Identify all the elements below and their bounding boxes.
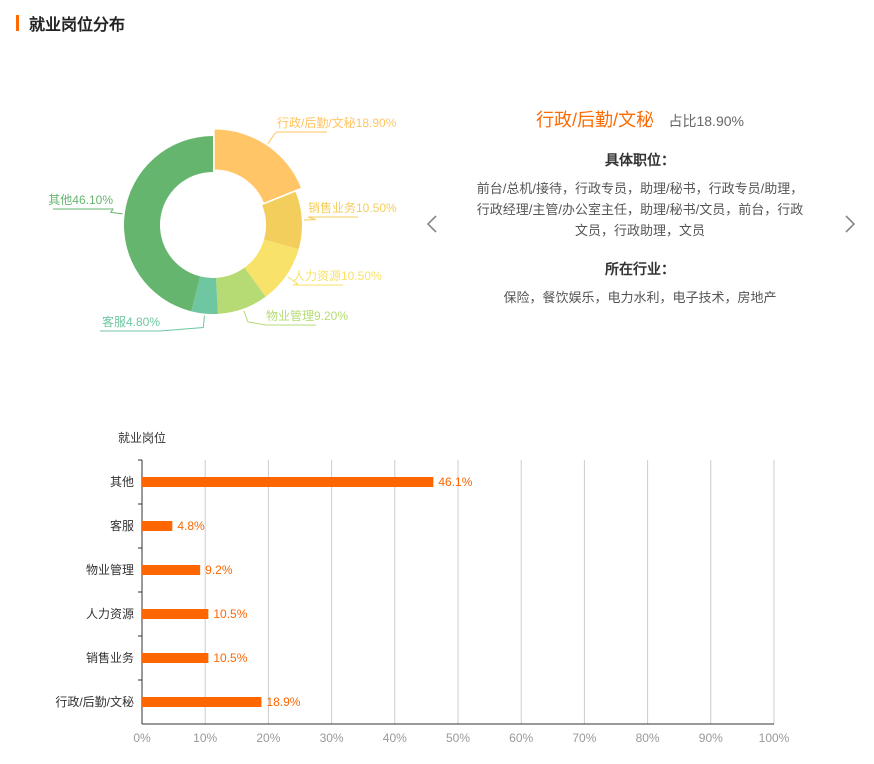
bar[interactable]	[142, 609, 209, 619]
donut-leader-line	[267, 131, 327, 145]
bar[interactable]	[142, 653, 209, 663]
donut-leader-line	[303, 216, 358, 221]
x-tick-label: 40%	[383, 731, 407, 745]
donut-chart: 行政/后勤/文秘18.90% 销售业务10.50% 人力资源10.50% 物业管理9.…	[48, 115, 397, 332]
donut-label: 行政/后勤/文秘18.90%	[277, 115, 397, 130]
bar-value-label: 10.5%	[213, 651, 247, 665]
donut-leader-line	[53, 208, 123, 215]
bar[interactable]	[142, 477, 434, 487]
detail-header: 行政/后勤/文秘 占比18.90%	[450, 106, 830, 132]
x-tick-label: 20%	[256, 731, 280, 745]
detail-share: 占比18.90%	[668, 113, 744, 129]
donut-slice[interactable]	[214, 129, 301, 203]
y-tick-label: 销售业务	[86, 650, 134, 665]
x-tick-label: 10%	[193, 731, 217, 745]
donut-label: 客服4.80%	[102, 314, 160, 329]
x-tick-label: 0%	[133, 731, 151, 745]
bar-chart: 就业岗位 0% 10% 20% 30% 40% 50% 60% 70% 80% 90% 100% 其他 4…	[55, 430, 790, 745]
positions-line: 行政经理/主管/办公室主任，助理/秘书/文员，前台，行政	[476, 202, 804, 217]
positions-line: 前台/总机/接待，行政专员，助理/秘书，行政专员/助理，	[476, 181, 804, 196]
x-tick-label: 80%	[636, 731, 660, 745]
x-tick-label: 30%	[320, 731, 344, 745]
bar-value-label: 46.1%	[438, 475, 472, 489]
donut-label: 人力资源10.50%	[293, 269, 382, 283]
bar-value-label: 9.2%	[205, 563, 233, 577]
bar-value-label: 18.9%	[266, 695, 300, 709]
x-tick-label: 90%	[699, 731, 723, 745]
x-tick-label: 100%	[759, 731, 790, 745]
donut-label: 销售业务10.50%	[308, 200, 397, 215]
y-tick-label: 物业管理	[86, 562, 134, 577]
bar[interactable]	[142, 521, 173, 531]
bar[interactable]	[142, 697, 262, 707]
x-tick-label: 70%	[572, 731, 596, 745]
donut-label: 其他46.10%	[48, 193, 113, 207]
industries-text: 保险，餐饮娱乐，电力水利，电子技术，房地产	[503, 290, 777, 305]
y-tick-label: 客服	[110, 518, 134, 533]
detail-category-name: 行政/后勤/文秘	[536, 110, 655, 130]
bar[interactable]	[142, 565, 201, 575]
detail-panel: 行政/后勤/文秘 占比18.90% 具体职位： 前台/总机/接待，行政专员，助理…	[450, 100, 830, 308]
y-tick-label: 行政/后勤/文秘	[55, 694, 134, 709]
x-tick-label: 60%	[509, 731, 533, 745]
x-tick-label: 50%	[446, 731, 470, 745]
bar-value-label: 4.8%	[177, 519, 205, 533]
positions-title: 具体职位：	[605, 152, 675, 168]
positions-line: 文员，行政助理，文员	[574, 223, 705, 238]
y-tick-label: 人力资源	[86, 607, 134, 621]
y-tick-label: 其他	[110, 475, 134, 489]
donut-label: 物业管理9.20%	[266, 308, 348, 323]
positions-text: 前台/总机/接待，行政专员，助理/秘书，行政专员/助理， 行政经理/主管/办公室…	[450, 178, 830, 241]
bar-value-label: 10.5%	[213, 607, 247, 621]
industries-title: 所在行业：	[605, 261, 675, 277]
y-axis-label: 就业岗位	[118, 430, 166, 445]
next-arrow-icon[interactable]	[842, 212, 858, 236]
previous-arrow-icon[interactable]	[424, 212, 440, 236]
